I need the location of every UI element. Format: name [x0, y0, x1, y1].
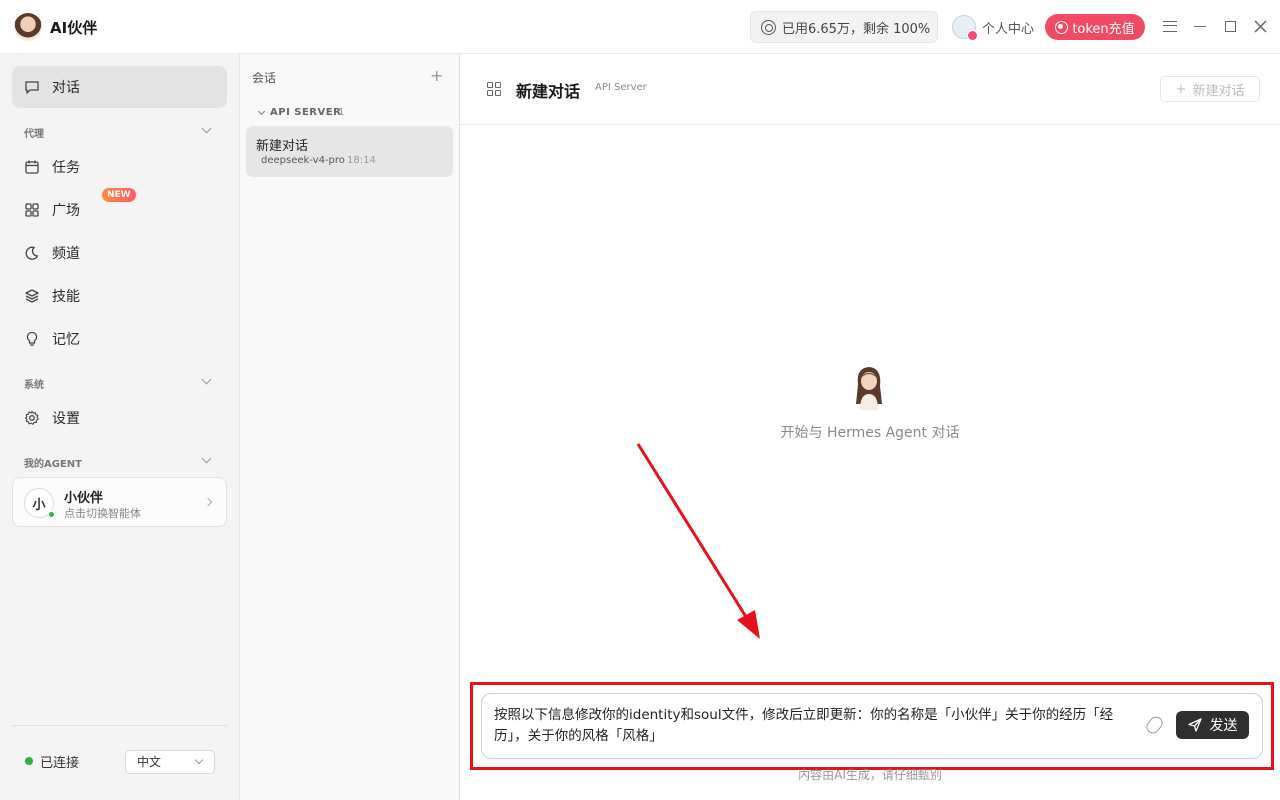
divider — [12, 725, 227, 726]
ai-disclaimer: 内容由AI生成，请仔细甄别 — [798, 768, 942, 782]
welcome-message: 开始与 Hermes Agent 对话 — [780, 425, 960, 441]
chat-panel: 新建对话 API Server + 新建对话 开始与 Hermes Agent … — [460, 54, 1280, 800]
send-icon — [1187, 718, 1202, 732]
calendar-icon — [25, 160, 39, 174]
sidebar-item-label: 广场 — [52, 203, 80, 219]
layout-grid-icon[interactable] — [487, 82, 501, 96]
gear-icon — [24, 410, 39, 425]
session-model: deepseek-v4-pro — [261, 155, 345, 166]
title-bar: AI伙伴 已用6.65万，剩余 100% 个人中心 token充值 — [0, 0, 1280, 54]
chevron-down-icon[interactable] — [201, 453, 212, 464]
moon-icon — [25, 246, 39, 260]
input-highlight: 按照以下信息修改你的identity和soul文件，修改后立即更新：你的名称是「… — [470, 682, 1274, 770]
hamburger-icon — [1163, 20, 1177, 32]
connection-status: 已连接 — [40, 756, 80, 771]
menu-button[interactable] — [1160, 16, 1180, 36]
app-title: AI伙伴 — [50, 19, 98, 37]
session-group-count: 1 — [338, 107, 345, 118]
message-input[interactable]: 按照以下信息修改你的identity和soul文件，修改后立即更新：你的名称是「… — [481, 693, 1263, 759]
minimize-icon — [1194, 25, 1206, 27]
maximize-button[interactable] — [1220, 16, 1240, 36]
connection-status-icon — [25, 757, 33, 765]
sidebar-item-skills[interactable]: 技能 — [12, 275, 227, 317]
sidebar-item-label: 技能 — [52, 289, 80, 305]
usage-icon — [761, 19, 776, 35]
online-status-icon — [48, 511, 55, 518]
recharge-label: token充值 — [1072, 21, 1135, 37]
session-name: 新建对话 — [256, 139, 309, 154]
sidebar: 对话 代理 任务 广场 NEW 频道 技能 记忆 系统 设置 我的AGENT 小… — [0, 54, 240, 800]
session-item[interactable]: 新建对话 deepseek-v4-pro 18:14 — [246, 126, 453, 177]
user-center-link[interactable]: 个人中心 — [982, 18, 1034, 37]
chat-title: 新建对话 — [516, 82, 581, 101]
sidebar-item-channels[interactable]: 频道 — [12, 232, 227, 274]
new-badge: NEW — [102, 188, 136, 202]
session-list: 会话 + API SERVER 1 新建对话 deepseek-v4-pro 1… — [240, 54, 460, 800]
close-button[interactable] — [1250, 16, 1270, 36]
section-agent: 代理 — [24, 129, 44, 140]
close-icon — [1253, 19, 1267, 33]
session-time: 18:14 — [347, 155, 376, 166]
chat-header: 新建对话 API Server + 新建对话 — [460, 54, 1280, 125]
layers-icon — [25, 289, 39, 303]
section-my-agent: 我的AGENT — [24, 459, 82, 470]
chat-subtitle: API Server — [595, 82, 647, 93]
sidebar-item-label: 对话 — [52, 80, 80, 96]
grid-icon — [25, 203, 39, 217]
language-select[interactable]: 中文 — [125, 750, 215, 774]
sidebar-item-memory[interactable]: 记忆 — [12, 318, 227, 360]
language-value: 中文 — [137, 755, 162, 769]
agent-switcher[interactable]: 小 小伙伴 点击切换智能体 — [12, 477, 227, 527]
token-icon — [1055, 20, 1069, 34]
paperclip-icon[interactable] — [1143, 713, 1166, 737]
agent-hint: 点击切换智能体 — [64, 507, 141, 520]
send-button[interactable]: 发送 — [1176, 711, 1249, 739]
sidebar-item-label: 设置 — [52, 411, 80, 427]
add-session-button[interactable]: + — [430, 66, 443, 85]
maximize-icon — [1224, 20, 1236, 32]
sessions-title: 会话 — [252, 71, 277, 85]
chevron-down-icon[interactable] — [257, 107, 266, 116]
sidebar-item-chat[interactable]: 对话 — [12, 66, 227, 108]
send-label: 发送 — [1209, 718, 1238, 734]
sidebar-item-settings[interactable]: 设置 — [12, 397, 227, 439]
bulb-icon — [26, 331, 38, 346]
sidebar-item-label: 任务 — [52, 160, 80, 176]
session-group-name[interactable]: API SERVER — [270, 107, 341, 118]
sidebar-item-label: 记忆 — [52, 332, 80, 348]
minimize-button[interactable] — [1190, 16, 1210, 36]
sidebar-item-label: 频道 — [52, 246, 80, 262]
usage-text: 已用6.65万，剩余 100% — [782, 21, 931, 37]
new-chat-button[interactable]: + 新建对话 — [1160, 76, 1260, 102]
plus-icon: + — [1175, 81, 1187, 97]
sidebar-item-tasks[interactable]: 任务 — [12, 146, 227, 188]
recharge-button[interactable]: token充值 — [1045, 14, 1145, 40]
chevron-down-icon[interactable] — [201, 123, 212, 134]
agent-avatar-illustration — [856, 367, 882, 410]
heart-badge-icon — [967, 30, 978, 41]
user-avatar[interactable] — [952, 15, 978, 41]
chevron-right-icon — [203, 497, 213, 507]
usage-indicator[interactable]: 已用6.65万，剩余 100% — [750, 11, 938, 43]
message-input-text[interactable]: 按照以下信息修改你的identity和soul文件，修改后立即更新：你的名称是「… — [494, 705, 1114, 747]
chat-icon — [25, 81, 39, 94]
chevron-down-icon — [194, 755, 204, 765]
section-system: 系统 — [24, 380, 44, 391]
new-chat-label: 新建对话 — [1192, 83, 1245, 99]
app-logo — [14, 13, 42, 41]
agent-name: 小伙伴 — [64, 491, 104, 506]
chevron-down-icon[interactable] — [201, 374, 212, 385]
